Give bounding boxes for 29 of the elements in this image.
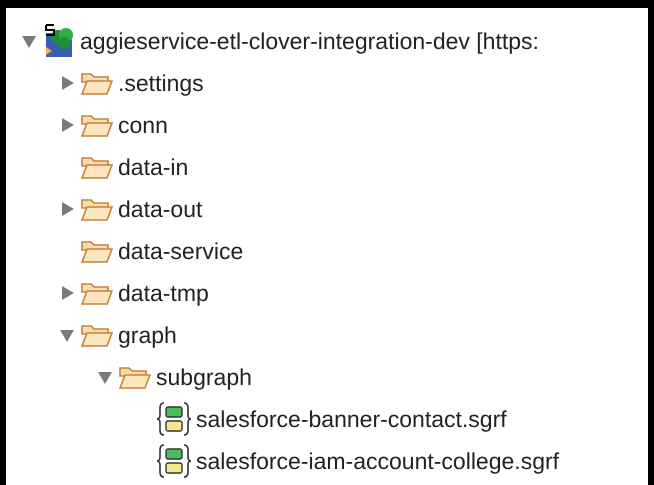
folder-name[interactable]: conn bbox=[118, 112, 168, 138]
collapsed-arrow-icon[interactable] bbox=[59, 117, 75, 133]
folder-name[interactable]: data-out bbox=[118, 196, 202, 222]
file-name[interactable]: salesforce-iam-account-college.sgrf bbox=[196, 448, 560, 474]
folder-icon bbox=[80, 70, 114, 96]
folder-icon bbox=[80, 196, 114, 222]
file-name[interactable]: salesforce-banner-contact.sgrf bbox=[196, 406, 507, 432]
folder-name[interactable]: .settings bbox=[118, 70, 204, 96]
graph-file-icon bbox=[156, 401, 192, 437]
project-name[interactable]: aggieservice-etl-clover-integration-dev [https: bbox=[80, 28, 539, 54]
collapsed-arrow-icon[interactable] bbox=[59, 75, 75, 91]
project-icon bbox=[42, 23, 76, 59]
collapsed-arrow-icon[interactable] bbox=[59, 285, 75, 301]
folder-icon bbox=[118, 364, 152, 390]
folder-icon bbox=[80, 154, 114, 180]
folder-name[interactable]: data-service bbox=[118, 238, 244, 264]
folder-icon bbox=[80, 112, 114, 138]
folder-name[interactable]: data-in bbox=[118, 154, 188, 180]
expanded-arrow-icon[interactable] bbox=[97, 369, 113, 385]
graph-file-icon bbox=[156, 443, 192, 479]
folder-icon bbox=[80, 280, 114, 306]
expanded-arrow-icon[interactable] bbox=[59, 327, 75, 343]
folder-icon bbox=[80, 322, 114, 348]
collapsed-arrow-icon[interactable] bbox=[59, 201, 75, 217]
folder-icon bbox=[80, 238, 114, 264]
folder-name[interactable]: graph bbox=[118, 322, 177, 348]
expanded-arrow-icon[interactable] bbox=[21, 33, 37, 49]
folder-name[interactable]: data-tmp bbox=[118, 280, 209, 306]
folder-name[interactable]: subgraph bbox=[156, 364, 252, 390]
